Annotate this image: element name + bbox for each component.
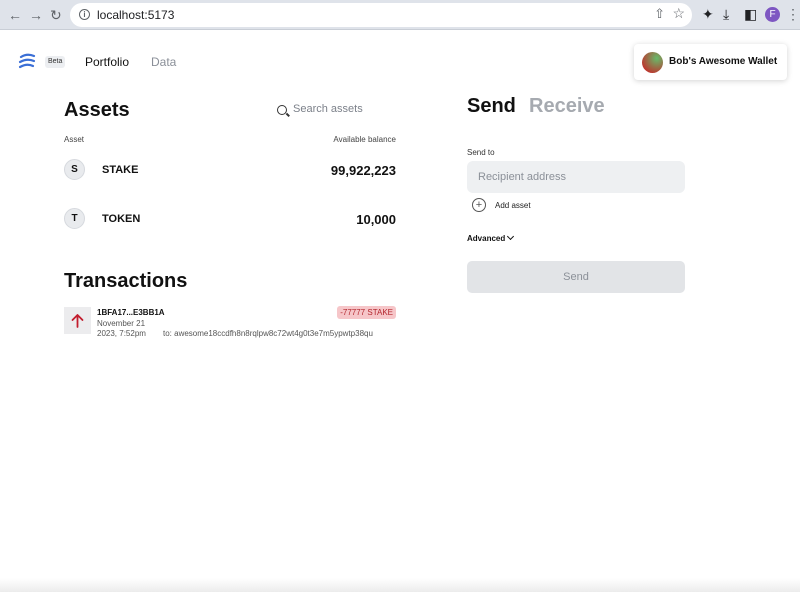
window-bottom-edge (0, 578, 800, 592)
transactions-heading: Transactions (64, 270, 188, 292)
bookmark-star-icon[interactable]: ☆ (672, 5, 685, 22)
send-button[interactable]: Send (467, 261, 685, 293)
site-info-icon[interactable]: i (79, 9, 90, 20)
recipient-address-input[interactable] (467, 161, 685, 193)
plus-circle-icon: + (472, 198, 486, 212)
nav-data-link[interactable]: Data (151, 55, 176, 69)
asset-symbol: STAKE (102, 164, 139, 176)
arrow-up-icon (64, 307, 91, 334)
search-icon (277, 105, 287, 115)
asset-row[interactable]: S STAKE 99,922,223 (64, 159, 396, 181)
chevron-down-icon (507, 232, 515, 241)
asset-icon: T (64, 208, 85, 229)
transaction-amount-badge: -77777 STAKE (337, 306, 396, 319)
transaction-time-line: 2023, 7:52pm (97, 329, 146, 338)
transaction-recipient: to: awesome18ccdfh8n8rqlpw8c72wt4g0t3e7m… (163, 329, 373, 338)
url-text[interactable]: localhost:5173 (97, 8, 174, 22)
advanced-label: Advanced (467, 234, 506, 243)
transaction-date: November 21 2023, 7:52pm (97, 319, 146, 339)
forward-icon[interactable]: → (29, 7, 43, 23)
extensions-puzzle-icon[interactable]: ✦ (702, 6, 714, 23)
column-header-balance: Available balance (333, 135, 396, 144)
profile-avatar[interactable]: F (765, 7, 780, 22)
transaction-row[interactable]: 1BFA17...E3BB1A November 21 2023, 7:52pm… (64, 306, 396, 342)
advanced-toggle[interactable]: Advanced (467, 232, 515, 243)
browser-toolbar: ← → ↻ i localhost:5173 ⇧ ☆ ✦ ⤓ ◧ F ⋮ (0, 0, 800, 30)
share-icon[interactable]: ⇧ (654, 6, 665, 22)
beta-badge: Beta (45, 56, 66, 68)
add-asset-label: Add asset (495, 201, 531, 210)
wallet-name: Bob's Awesome Wallet (669, 56, 778, 67)
wallet-button[interactable]: Bob's Awesome Wallet (634, 44, 787, 80)
assets-heading: Assets (64, 99, 130, 121)
send-to-label: Send to (467, 148, 495, 157)
transaction-date-line: November 21 (97, 319, 146, 328)
asset-row[interactable]: T TOKEN 10,000 (64, 208, 396, 230)
back-icon[interactable]: ← (8, 7, 22, 23)
asset-balance: 10,000 (356, 212, 396, 227)
transaction-hash[interactable]: 1BFA17...E3BB1A (97, 308, 165, 317)
tab-send[interactable]: Send (467, 95, 516, 118)
address-bar[interactable]: i localhost:5173 ⇧ ☆ (70, 3, 692, 27)
app-logo-icon[interactable] (17, 52, 37, 72)
reload-icon[interactable]: ↻ (50, 7, 62, 24)
asset-balance: 99,922,223 (330, 163, 396, 178)
wallet-avatar (642, 52, 663, 73)
column-header-asset: Asset (64, 135, 85, 144)
tab-receive[interactable]: Receive (529, 95, 605, 118)
asset-icon: S (64, 159, 85, 180)
download-icon[interactable]: ⤓ (723, 6, 729, 23)
browser-menu-icon[interactable]: ⋮ (786, 6, 800, 23)
nav-portfolio-link[interactable]: Portfolio (85, 55, 129, 69)
asset-symbol: TOKEN (102, 213, 141, 225)
side-panel-icon[interactable]: ◧ (744, 6, 757, 23)
search-input[interactable] (293, 103, 403, 115)
